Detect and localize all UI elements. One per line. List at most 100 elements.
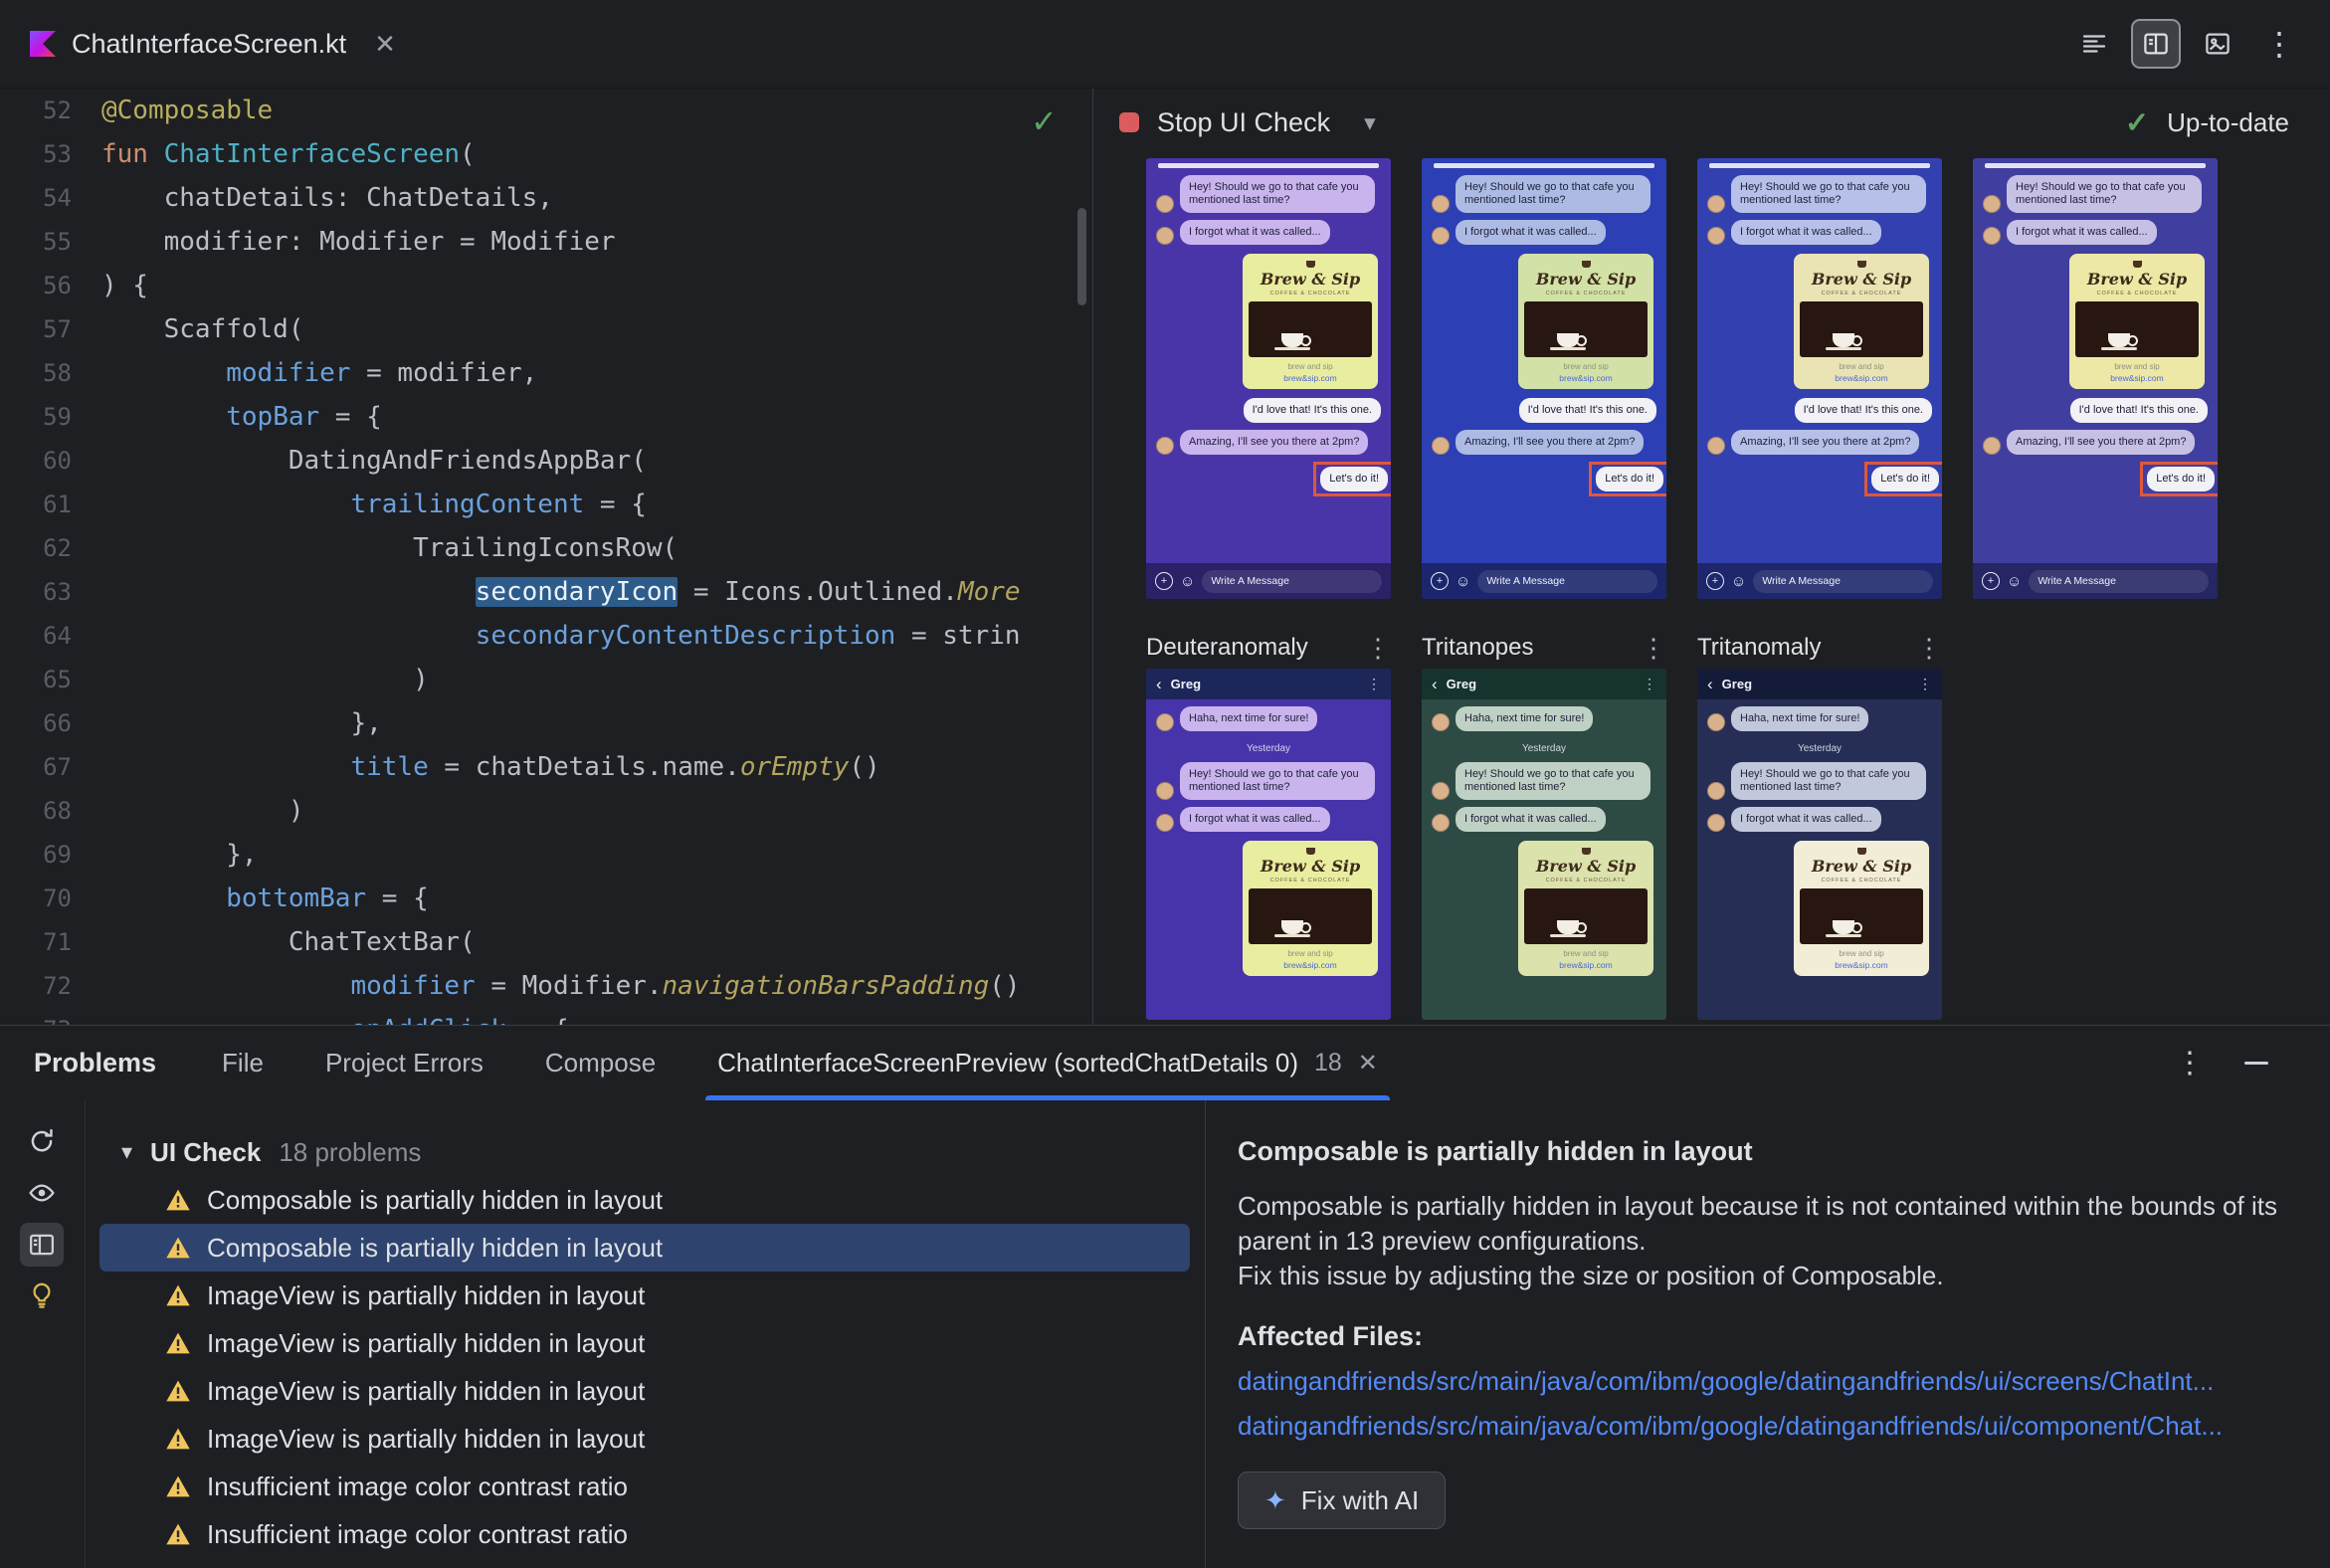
affected-file-link[interactable]: datingandfriends/src/main/java/com/ibm/g… bbox=[1238, 1366, 2286, 1397]
card-link[interactable]: brew&sip.com bbox=[1249, 960, 1372, 970]
code-line[interactable]: 73 onAddClick = { bbox=[0, 1008, 1091, 1025]
code-line[interactable]: 64 secondaryContentDescription = strin bbox=[0, 614, 1091, 658]
problem-row[interactable]: Composable is partially hidden in layout bbox=[99, 1176, 1190, 1224]
stop-ui-check-button[interactable]: Stop UI Check bbox=[1157, 107, 1330, 138]
shared-link-card[interactable]: Brew & Sip COFFEE & CHOCOLATE brew and sip… bbox=[2069, 254, 2205, 389]
code-line[interactable]: 56) { bbox=[0, 264, 1091, 307]
add-attachment-icon[interactable]: + bbox=[1155, 572, 1173, 590]
preview-menu-icon[interactable]: ⋮ bbox=[1641, 633, 1666, 664]
preview-visibility-button[interactable] bbox=[20, 1171, 64, 1215]
shared-link-card[interactable]: Brew & Sip COFFEE & CHOCOLATE brew and sip… bbox=[1518, 841, 1653, 976]
fix-with-ai-button[interactable]: ✦ Fix with AI bbox=[1238, 1471, 1447, 1529]
shared-link-card[interactable]: Brew & Sip COFFEE & CHOCOLATE brew and sip… bbox=[1794, 841, 1929, 976]
emoji-icon[interactable]: ☺ bbox=[1731, 574, 1746, 589]
code-line[interactable]: 66 }, bbox=[0, 701, 1091, 745]
emoji-icon[interactable]: ☺ bbox=[1180, 574, 1195, 589]
shared-link-card[interactable]: Brew & Sip COFFEE & CHOCOLATE brew and sip… bbox=[1518, 254, 1653, 389]
panel-options-icon[interactable]: ⋮ bbox=[2175, 1046, 2205, 1080]
kebab-icon[interactable]: ⋮ bbox=[1918, 676, 1932, 692]
code-line[interactable]: 54 chatDetails: ChatDetails, bbox=[0, 176, 1091, 220]
chevron-down-icon[interactable]: ▾ bbox=[1364, 109, 1376, 136]
kebab-icon[interactable]: ⋮ bbox=[1367, 676, 1381, 692]
hide-panel-icon[interactable] bbox=[2244, 1062, 2268, 1065]
preview-menu-icon[interactable]: ⋮ bbox=[1365, 633, 1391, 664]
card-link[interactable]: brew&sip.com bbox=[1524, 373, 1648, 383]
message-input[interactable]: Write A Message bbox=[1477, 569, 1657, 593]
quick-fix-button[interactable] bbox=[20, 1274, 64, 1317]
code-line[interactable]: 68 ) bbox=[0, 789, 1091, 833]
add-attachment-icon[interactable]: + bbox=[1706, 572, 1724, 590]
problem-row[interactable]: Insufficient text color contrast ratio bbox=[99, 1558, 1190, 1568]
message-input[interactable]: Write A Message bbox=[1202, 569, 1382, 593]
design-view-button[interactable] bbox=[2193, 19, 2242, 69]
tab-project-errors[interactable]: Project Errors bbox=[325, 1026, 484, 1100]
split-view-button[interactable] bbox=[2131, 19, 2181, 69]
back-icon[interactable]: ‹ bbox=[1156, 675, 1162, 694]
shared-link-card[interactable]: Brew & Sip COFFEE & CHOCOLATE brew and sip… bbox=[1243, 254, 1378, 389]
phone-preview[interactable]: Hey! Should we go to that cafe you menti… bbox=[1697, 158, 1942, 599]
code-line[interactable]: 62 TrailingIconsRow( bbox=[0, 526, 1091, 570]
problem-row[interactable]: Composable is partially hidden in layout bbox=[99, 1224, 1190, 1272]
code-line[interactable]: 69 }, bbox=[0, 833, 1091, 877]
problem-row[interactable]: Insufficient image color contrast ratio bbox=[99, 1463, 1190, 1510]
card-link[interactable]: brew&sip.com bbox=[1800, 960, 1923, 970]
phone-preview[interactable]: Hey! Should we go to that cafe you menti… bbox=[1422, 158, 1666, 599]
shared-link-card[interactable]: Brew & Sip COFFEE & CHOCOLATE brew and sip… bbox=[1243, 841, 1378, 976]
problem-row[interactable]: ImageView is partially hidden in layout bbox=[99, 1319, 1190, 1367]
code-line[interactable]: 72 modifier = Modifier.navigationBarsPad… bbox=[0, 964, 1091, 1008]
back-icon[interactable]: ‹ bbox=[1707, 675, 1713, 694]
shared-link-card[interactable]: Brew & Sip COFFEE & CHOCOLATE brew and sip… bbox=[1794, 254, 1929, 389]
code-line[interactable]: 63 secondaryIcon = Icons.Outlined.More bbox=[0, 570, 1091, 614]
code-view-button[interactable] bbox=[2069, 19, 2119, 69]
phone-preview[interactable]: ‹ Greg ⋮ Haha, next time for sure! Yesterday… bbox=[1422, 669, 1666, 1020]
code-line[interactable]: 67 title = chatDetails.name.orEmpty() bbox=[0, 745, 1091, 789]
code-line[interactable]: 65 ) bbox=[0, 658, 1091, 701]
code-line[interactable]: 71 ChatTextBar( bbox=[0, 920, 1091, 964]
code-line[interactable]: 57 Scaffold( bbox=[0, 307, 1091, 351]
problem-row[interactable]: ImageView is partially hidden in layout bbox=[99, 1367, 1190, 1415]
editor-tab[interactable]: ChatInterfaceScreen.kt ✕ bbox=[0, 0, 426, 88]
card-link[interactable]: brew&sip.com bbox=[1800, 373, 1923, 383]
card-link[interactable]: brew&sip.com bbox=[1249, 373, 1372, 383]
code-line[interactable]: 58 modifier = modifier, bbox=[0, 351, 1091, 395]
phone-preview[interactable]: Hey! Should we go to that cafe you menti… bbox=[1973, 158, 2218, 599]
tab-ui-check-preview[interactable]: ChatInterfaceScreenPreview (sortedChatDe… bbox=[705, 1026, 1390, 1100]
emoji-icon[interactable]: ☺ bbox=[1456, 574, 1470, 589]
code-line[interactable]: 70 bottomBar = { bbox=[0, 877, 1091, 920]
code-line[interactable]: 55 modifier: Modifier = Modifier bbox=[0, 220, 1091, 264]
close-tab-icon[interactable]: ✕ bbox=[1358, 1049, 1378, 1078]
code-line[interactable]: 59 topBar = { bbox=[0, 395, 1091, 439]
ui-check-group-row[interactable]: ▾ UI Check 18 problems bbox=[86, 1128, 1204, 1176]
code-line[interactable]: 53 fun ChatInterfaceScreen( bbox=[0, 132, 1091, 176]
affected-file-link[interactable]: datingandfriends/src/main/java/com/ibm/g… bbox=[1238, 1411, 2286, 1442]
code-line[interactable]: 52 @Composable bbox=[0, 89, 1091, 132]
back-icon[interactable]: ‹ bbox=[1432, 675, 1438, 694]
problem-row[interactable]: ImageView is partially hidden in layout bbox=[99, 1415, 1190, 1463]
tab-compose[interactable]: Compose bbox=[545, 1026, 656, 1100]
chevron-down-icon[interactable]: ▾ bbox=[121, 1139, 132, 1165]
card-link[interactable]: brew&sip.com bbox=[2075, 373, 2199, 383]
more-options-button[interactable]: ⋮ bbox=[2254, 19, 2304, 69]
refresh-button[interactable] bbox=[20, 1119, 64, 1163]
preview-menu-icon[interactable]: ⋮ bbox=[1916, 633, 1942, 664]
kebab-icon[interactable]: ⋮ bbox=[1643, 676, 1656, 692]
add-attachment-icon[interactable]: + bbox=[1982, 572, 2000, 590]
code-editor[interactable]: 52 @Composable 53 fun ChatInterfaceScreen(5… bbox=[0, 89, 1091, 1025]
inspection-ok-icon[interactable]: ✓ bbox=[1031, 102, 1058, 140]
problem-row[interactable]: Insufficient image color contrast ratio bbox=[99, 1510, 1190, 1558]
message-input[interactable]: Write A Message bbox=[2029, 569, 2209, 593]
card-link[interactable]: brew&sip.com bbox=[1524, 960, 1648, 970]
add-attachment-icon[interactable]: + bbox=[1431, 572, 1449, 590]
problem-row[interactable]: ImageView is partially hidden in layout bbox=[99, 1272, 1190, 1319]
tab-file[interactable]: File bbox=[222, 1026, 264, 1100]
phone-preview[interactable]: ‹ Greg ⋮ Haha, next time for sure! Yesterday… bbox=[1697, 669, 1942, 1020]
code-line[interactable]: 61 trailingContent = { bbox=[0, 483, 1091, 526]
close-tab-icon[interactable]: ✕ bbox=[374, 29, 396, 60]
emoji-icon[interactable]: ☺ bbox=[2007, 574, 2022, 589]
message-input[interactable]: Write A Message bbox=[1753, 569, 1933, 593]
editor-scrollbar[interactable] bbox=[1077, 208, 1086, 305]
phone-preview[interactable]: ‹ Greg ⋮ Haha, next time for sure! Yesterday… bbox=[1146, 669, 1391, 1020]
code-line[interactable]: 60 DatingAndFriendsAppBar( bbox=[0, 439, 1091, 483]
phone-preview[interactable]: Hey! Should we go to that cafe you menti… bbox=[1146, 158, 1391, 599]
detail-layout-button[interactable] bbox=[20, 1223, 64, 1267]
